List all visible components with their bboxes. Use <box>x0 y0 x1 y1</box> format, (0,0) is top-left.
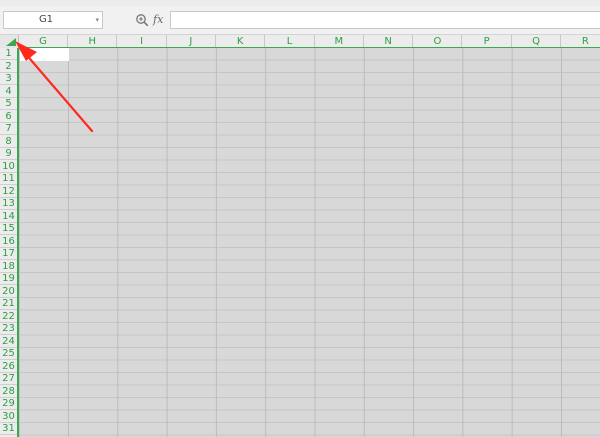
row-header-4[interactable]: 4 <box>0 86 17 98</box>
row-header-29[interactable]: 29 <box>0 398 17 410</box>
row-header-26[interactable]: 26 <box>0 361 17 373</box>
row-header-20[interactable]: 20 <box>0 286 17 298</box>
row-header-17[interactable]: 17 <box>0 248 17 260</box>
row-header-21[interactable]: 21 <box>0 298 17 310</box>
chevron-down-icon[interactable]: ▾ <box>95 12 99 28</box>
name-box[interactable]: G1 ▾ <box>3 11 103 29</box>
row-header-16[interactable]: 16 <box>0 236 17 248</box>
row-header-8[interactable]: 8 <box>0 136 17 148</box>
formula-bar: G1 ▾ fx <box>0 6 600 35</box>
row-header-28[interactable]: 28 <box>0 386 17 398</box>
row-header-31[interactable]: 31 <box>0 423 17 435</box>
row-header-7[interactable]: 7 <box>0 123 17 135</box>
row-header-15[interactable]: 15 <box>0 223 17 235</box>
name-box-value: G1 <box>38 14 54 25</box>
cell-grid[interactable] <box>19 48 600 437</box>
row-header-27[interactable]: 27 <box>0 373 17 385</box>
select-all-triangle-icon[interactable] <box>0 35 19 48</box>
row-header-19[interactable]: 19 <box>0 273 17 285</box>
row-header-23[interactable]: 23 <box>0 323 17 335</box>
formula-input[interactable] <box>170 11 600 29</box>
row-header-10[interactable]: 10 <box>0 161 17 173</box>
zoom-icon[interactable] <box>135 13 149 27</box>
row-header-30[interactable]: 30 <box>0 411 17 423</box>
row-header-11[interactable]: 11 <box>0 173 17 185</box>
row-header-9[interactable]: 9 <box>0 148 17 160</box>
row-header-2[interactable]: 2 <box>0 61 17 73</box>
row-header-18[interactable]: 18 <box>0 261 17 273</box>
row-header-12[interactable]: 12 <box>0 186 17 198</box>
row-header-3[interactable]: 3 <box>0 73 17 85</box>
row-header-14[interactable]: 14 <box>0 211 17 223</box>
row-header-25[interactable]: 25 <box>0 348 17 360</box>
fx-icon[interactable]: fx <box>153 12 163 28</box>
active-cell[interactable] <box>20 48 69 61</box>
row-header-5[interactable]: 5 <box>0 98 17 110</box>
row-header-22[interactable]: 22 <box>0 311 17 323</box>
row-header-13[interactable]: 13 <box>0 198 17 210</box>
row-header-24[interactable]: 24 <box>0 336 17 348</box>
row-header-6[interactable]: 6 <box>0 111 17 123</box>
row-header-1[interactable]: 1 <box>0 48 17 60</box>
select-all-corner[interactable] <box>0 35 19 48</box>
